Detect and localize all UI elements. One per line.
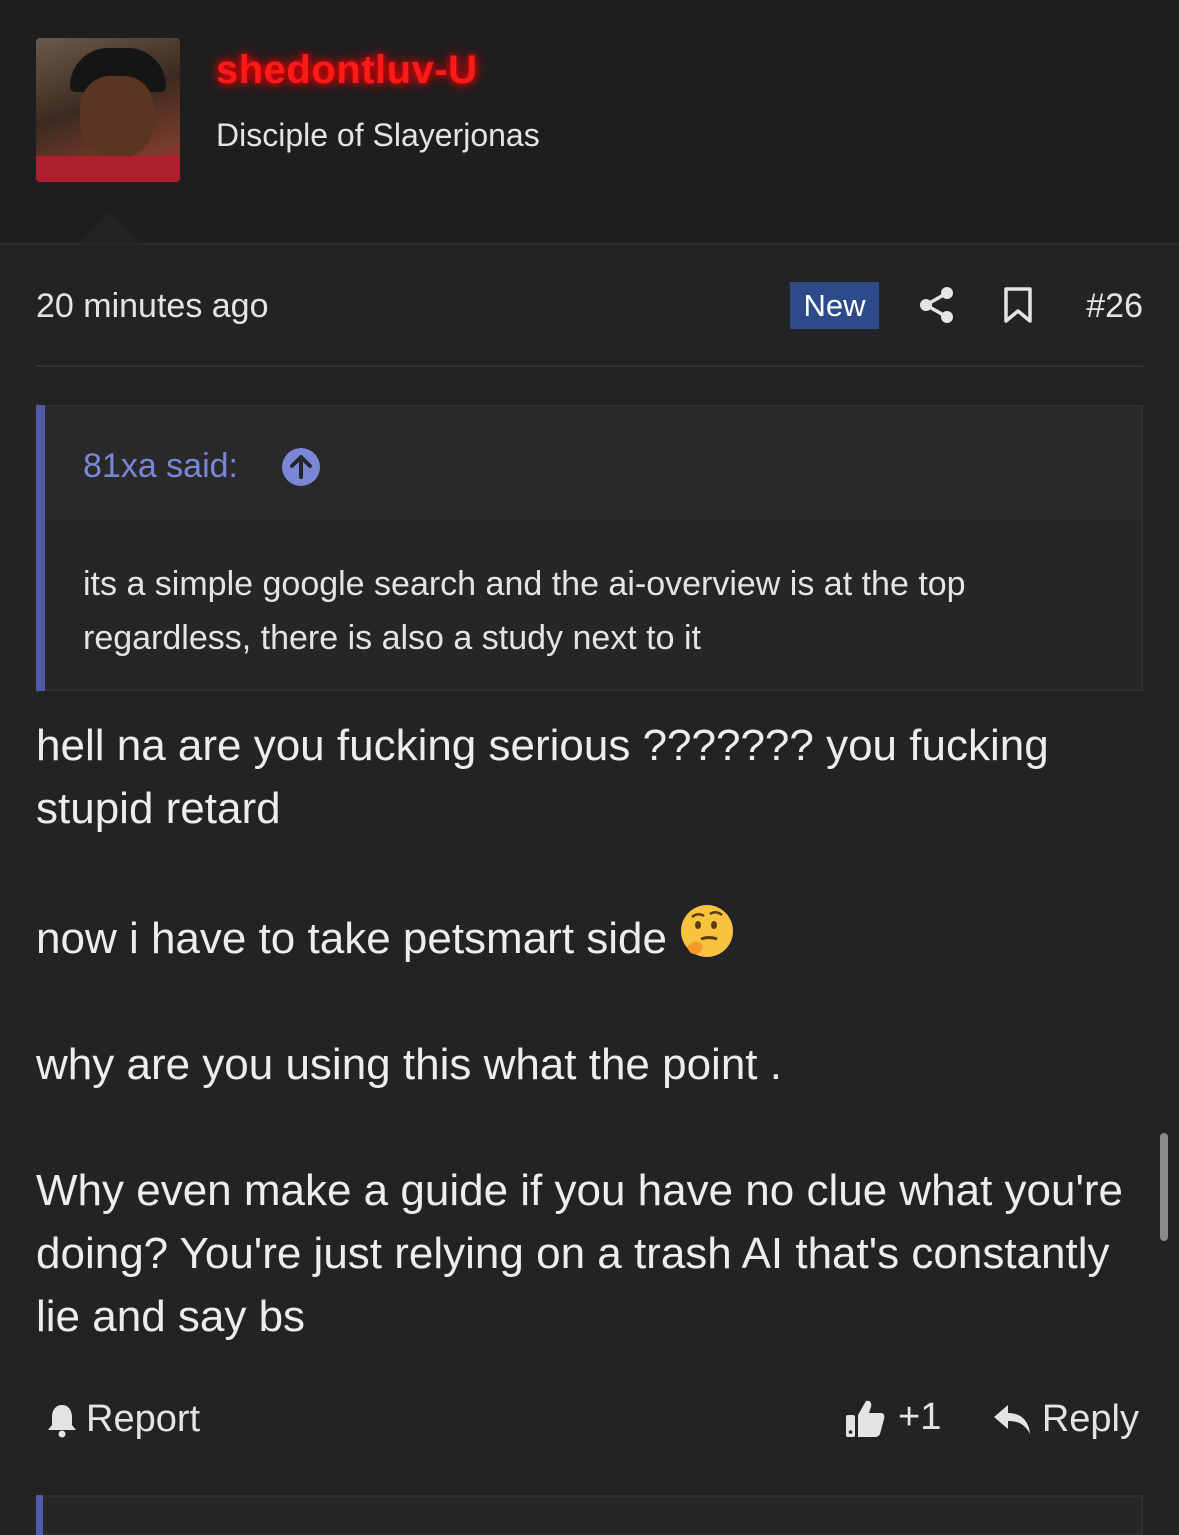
- user-header: shedontluv-U Disciple of Slayerjonas: [0, 0, 1179, 245]
- header-pointer: [78, 212, 142, 244]
- quote-text: its a simple google search and the ai-ov…: [83, 565, 966, 657]
- avatar[interactable]: [36, 38, 180, 182]
- post-number-link[interactable]: #26: [1086, 287, 1143, 326]
- reply-button[interactable]: Reply: [992, 1398, 1139, 1441]
- reaction-count: +1: [898, 1396, 942, 1438]
- thumbs-up-icon: [846, 1400, 885, 1437]
- username-link[interactable]: shedontluv-U: [216, 48, 478, 93]
- next-quote-block: [36, 1495, 1143, 1535]
- user-title: Disciple of Slayerjonas: [216, 117, 540, 153]
- thinking-face-icon: [681, 905, 733, 957]
- post-paragraph: hell na are you fucking serious ??????? …: [36, 721, 1049, 833]
- new-badge: New: [790, 282, 879, 329]
- post-actions: Report +1 Reply: [36, 1390, 1143, 1450]
- bookmark-icon[interactable]: [1002, 286, 1034, 324]
- report-button[interactable]: Report: [46, 1398, 200, 1441]
- quote-author-link[interactable]: 81xa said:: [83, 447, 238, 486]
- reply-arrow-icon: [993, 1404, 1030, 1434]
- post-paragraph: now i have to take petsmart side: [36, 914, 667, 963]
- quote-header: 81xa said:: [45, 407, 1141, 521]
- avatar-face: [80, 76, 154, 158]
- like-button[interactable]: +1: [844, 1396, 941, 1439]
- avatar-shirt: [36, 156, 180, 182]
- quote-accent-bar: [36, 405, 45, 691]
- reply-label: Reply: [1041, 1398, 1139, 1440]
- meta-divider: [36, 365, 1143, 367]
- next-quote-accent-bar: [36, 1495, 43, 1535]
- share-icon[interactable]: [918, 286, 956, 324]
- report-label: Report: [86, 1398, 201, 1440]
- post-timestamp[interactable]: 20 minutes ago: [36, 287, 269, 326]
- quote-block: 81xa said: its a simple google search an…: [36, 405, 1143, 691]
- post-body: hell na are you fucking serious ??????? …: [36, 714, 1146, 1411]
- post-meta-row: 20 minutes ago New #26: [36, 270, 1143, 340]
- post-paragraph: why are you using this what the point .: [36, 1040, 782, 1089]
- bell-icon: [48, 1404, 76, 1437]
- post-paragraph-with-emoji: now i have to take petsmart side: [36, 903, 1146, 970]
- post-paragraph: Why even make a guide if you have no clu…: [36, 1166, 1124, 1341]
- arrow-up-circle-icon[interactable]: [281, 447, 321, 487]
- scrollbar-thumb[interactable]: [1160, 1133, 1168, 1241]
